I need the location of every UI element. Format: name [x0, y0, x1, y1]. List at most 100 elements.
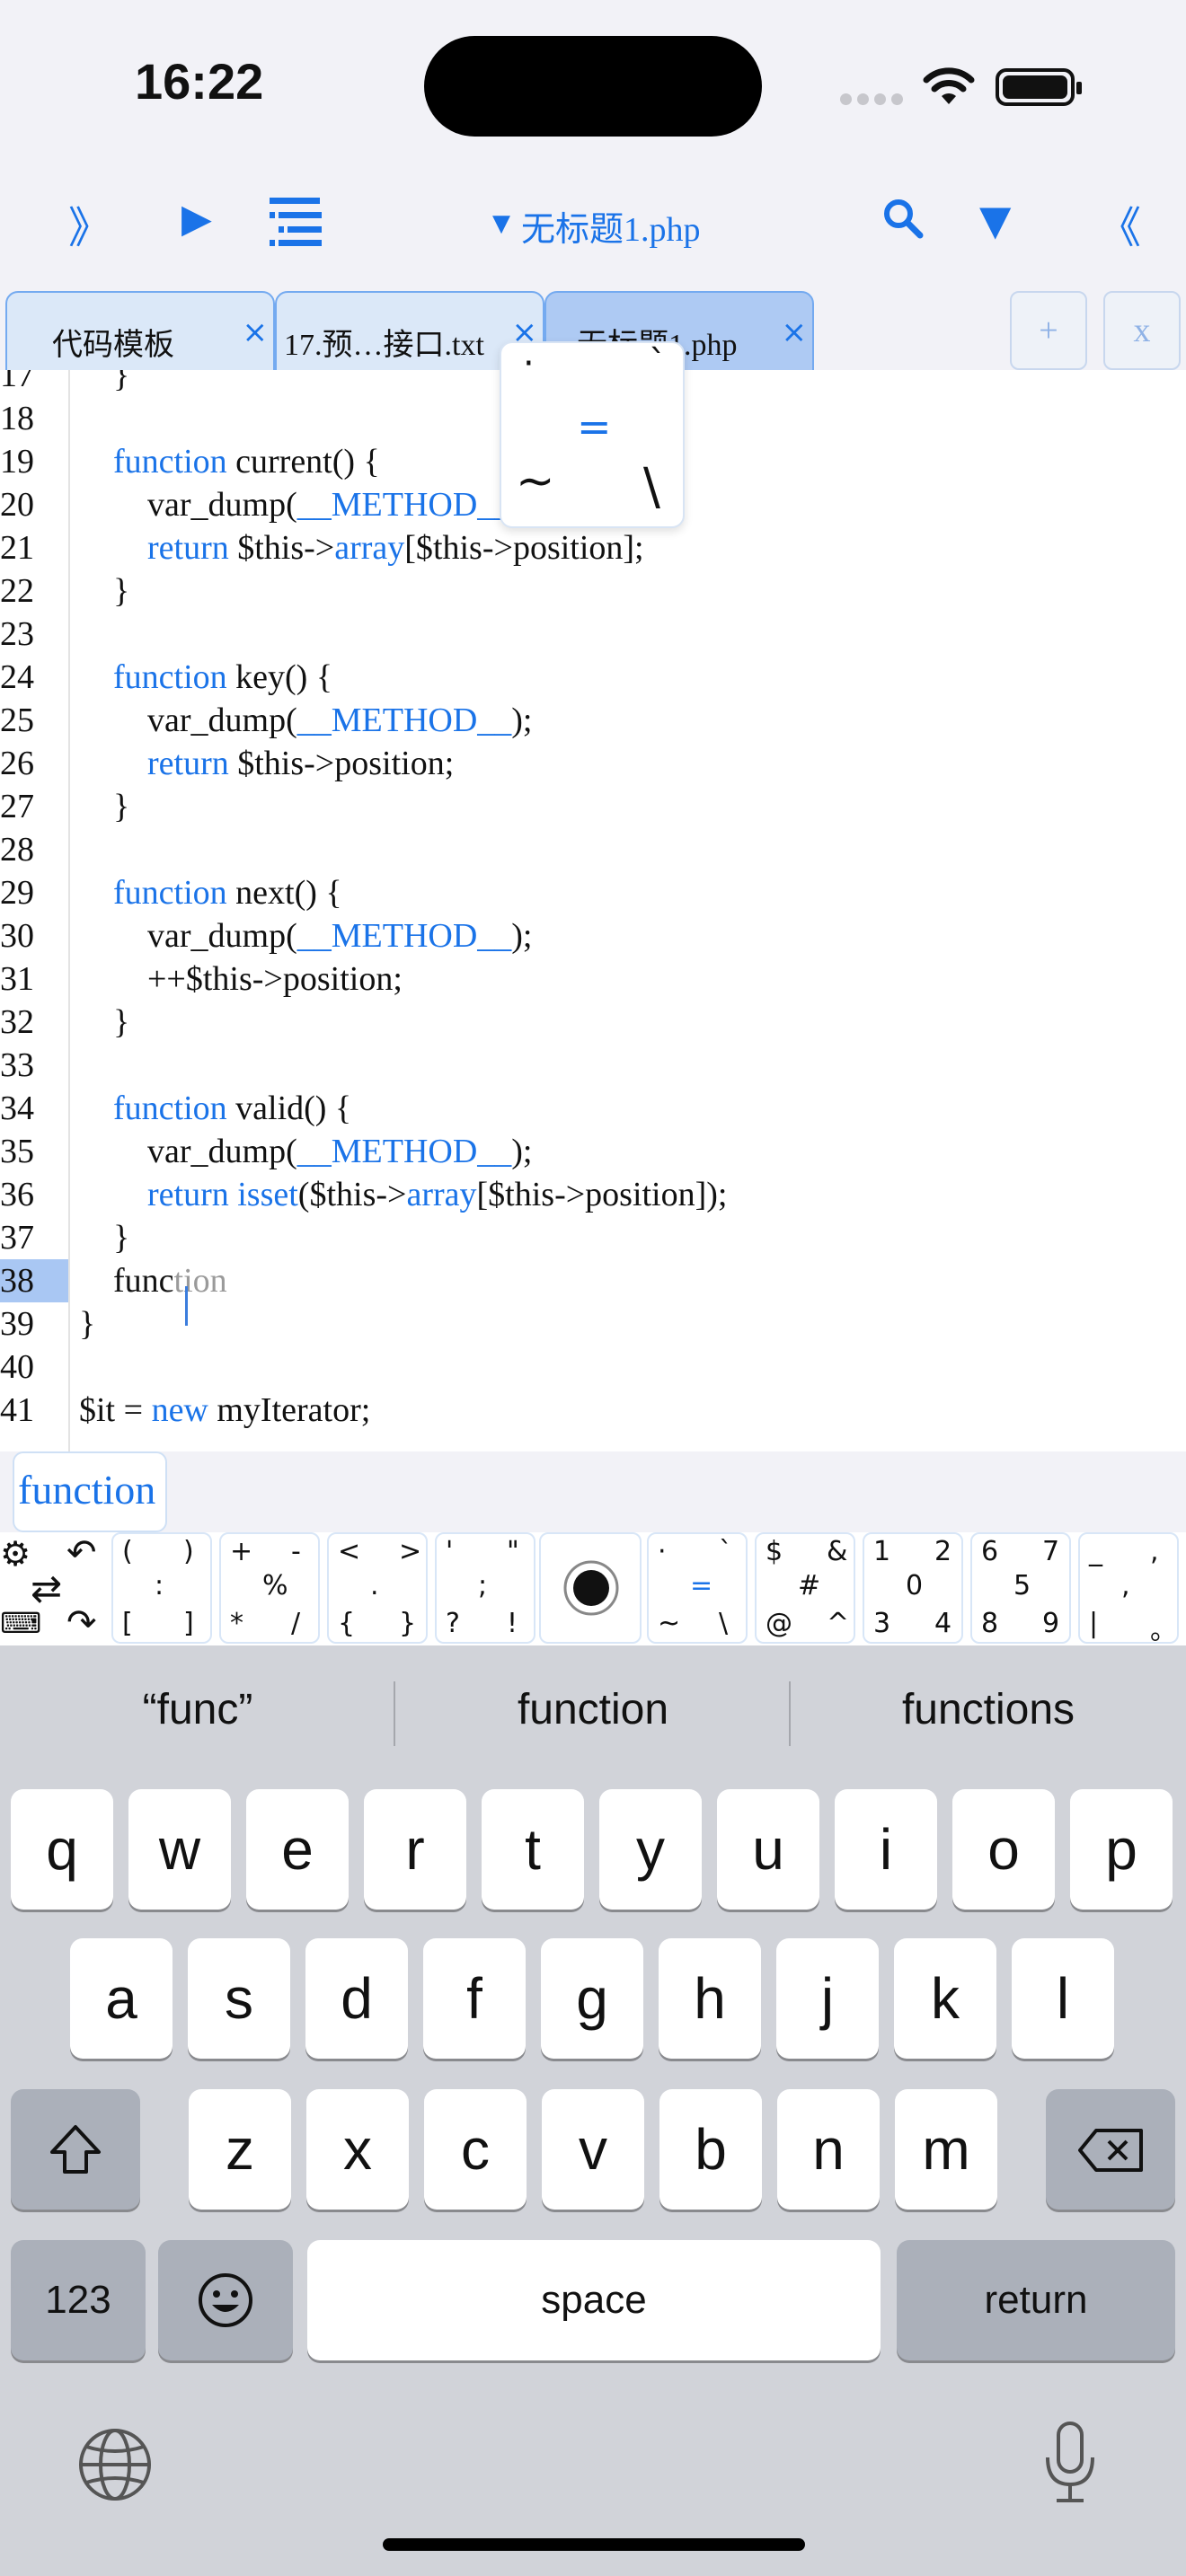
key-j[interactable]: j: [776, 1938, 879, 2059]
search-icon[interactable]: [882, 198, 924, 239]
key-s[interactable]: s: [188, 1938, 290, 2059]
code-line[interactable]: function key() {: [79, 656, 332, 699]
key-e[interactable]: e: [246, 1789, 349, 1910]
redo-icon[interactable]: ↷: [66, 1602, 97, 1644]
code-line[interactable]: }: [79, 1302, 95, 1345]
popup-key[interactable]: ·: [523, 343, 535, 384]
symbol-key-group[interactable]: _,, | 。: [1078, 1532, 1179, 1646]
code-line[interactable]: }: [79, 370, 129, 397]
popup-key[interactable]: ~: [516, 454, 555, 508]
undo-icon[interactable]: ↶: [66, 1532, 97, 1574]
numbers-key[interactable]: 123: [11, 2240, 146, 2360]
code-line[interactable]: return isset($this->array[$this->positio…: [79, 1173, 728, 1216]
delete-icon: [1078, 2129, 1143, 2172]
key-g[interactable]: g: [541, 1938, 643, 2059]
key-m[interactable]: m: [895, 2089, 997, 2210]
symbol-key-group[interactable]: 1 203 4: [863, 1532, 963, 1644]
line-number: 29: [0, 874, 34, 912]
code-line[interactable]: function valid() {: [79, 1087, 351, 1130]
line-number: 32: [0, 1003, 34, 1041]
microphone-icon[interactable]: [1040, 2420, 1100, 2506]
code-line[interactable]: var_dump(__METHOD__);: [79, 699, 533, 742]
shift-key[interactable]: [11, 2089, 140, 2210]
key-c[interactable]: c: [424, 2089, 527, 2210]
code-line[interactable]: }: [79, 1001, 129, 1044]
key-z[interactable]: z: [189, 2089, 291, 2210]
collapse-left-icon[interactable]: 《: [1098, 192, 1141, 255]
autocomplete-label: function: [18, 1467, 156, 1513]
code-line[interactable]: }: [79, 1216, 129, 1259]
switch-icon[interactable]: ⇄: [31, 1566, 62, 1610]
key-v[interactable]: v: [542, 2089, 644, 2210]
code-line[interactable]: ++$this->position;: [79, 957, 403, 1001]
key-k[interactable]: k: [894, 1938, 996, 2059]
expand-right-icon[interactable]: 》: [68, 192, 111, 255]
code-line[interactable]: var_dump(__METHOD__);: [79, 483, 533, 526]
key-d[interactable]: d: [305, 1938, 408, 2059]
joystick-icon: [563, 1560, 619, 1616]
code-line[interactable]: var_dump(__METHOD__);: [79, 1130, 533, 1173]
emoji-key[interactable]: [158, 2240, 293, 2360]
key-q[interactable]: q: [11, 1789, 113, 1910]
key-b[interactable]: b: [659, 2089, 762, 2210]
key-l[interactable]: l: [1012, 1938, 1114, 2059]
code-line[interactable]: var_dump(__METHOD__);: [79, 914, 533, 957]
keyboard-hide-icon[interactable]: ⌨: [0, 1606, 41, 1640]
close-icon[interactable]: ×: [782, 314, 808, 350]
delete-key[interactable]: [1046, 2089, 1175, 2210]
key-t[interactable]: t: [482, 1789, 584, 1910]
popup-key[interactable]: \: [643, 458, 660, 516]
key-u[interactable]: u: [717, 1789, 819, 1910]
key-i[interactable]: i: [835, 1789, 937, 1910]
close-tab-button[interactable]: x: [1103, 291, 1181, 370]
symbol-key-group[interactable]: 6 758 9: [970, 1532, 1071, 1644]
tab-code-templates[interactable]: 代码模板 ×: [5, 291, 275, 372]
symbol-key-group[interactable]: < >. {}: [327, 1532, 428, 1644]
code-line[interactable]: return $this->array[$this->position];: [79, 526, 644, 569]
symbol-key-group[interactable]: (): []: [111, 1532, 212, 1644]
suggestion-item[interactable]: functions: [791, 1685, 1186, 1734]
key-n[interactable]: n: [777, 2089, 880, 2210]
key-p[interactable]: p: [1070, 1789, 1173, 1910]
code-line[interactable]: function current() {: [79, 440, 380, 483]
return-key[interactable]: return: [897, 2240, 1175, 2360]
symbol-key-group[interactable]: $ & # @ ^: [755, 1532, 855, 1644]
key-y[interactable]: y: [599, 1789, 702, 1910]
code-line[interactable]: return $this->position;: [79, 742, 454, 785]
suggestion-item[interactable]: “func”: [0, 1685, 395, 1734]
run-icon[interactable]: ▶: [181, 196, 212, 242]
line-number: 31: [0, 960, 34, 998]
add-tab-button[interactable]: +: [1010, 291, 1087, 370]
cursor-joystick[interactable]: [539, 1532, 642, 1644]
popup-key[interactable]: `: [649, 343, 667, 384]
key-r[interactable]: r: [364, 1789, 466, 1910]
key-f[interactable]: f: [423, 1938, 526, 2059]
popup-key[interactable]: =: [577, 402, 612, 451]
suggestion-item[interactable]: function: [395, 1685, 791, 1734]
code-editor[interactable]: 17 } 18 19 function current() {20 var_dump…: [0, 370, 1186, 1451]
autocomplete-suggestion[interactable]: function: [13, 1451, 167, 1532]
code-line[interactable]: function next() {: [79, 871, 342, 914]
title-dropdown-icon[interactable]: ▼: [492, 210, 510, 237]
key-o[interactable]: o: [952, 1789, 1055, 1910]
outline-list-icon[interactable]: [268, 194, 323, 248]
key-x[interactable]: x: [306, 2089, 409, 2210]
space-key[interactable]: space: [307, 2240, 881, 2360]
line-number: 25: [0, 701, 34, 739]
gear-icon[interactable]: ⚙: [0, 1534, 31, 1574]
symbol-key-group[interactable]: + -% * /: [219, 1532, 320, 1644]
code-line[interactable]: $it = new myIterator;: [79, 1389, 370, 1432]
close-icon[interactable]: ×: [243, 314, 269, 350]
key-w[interactable]: w: [128, 1789, 231, 1910]
symbol-key-group[interactable]: ' ";?!: [435, 1532, 535, 1644]
symbol-key-popup[interactable]: · ` = ~ \: [500, 341, 685, 528]
dropdown-icon[interactable]: ▼: [979, 196, 1011, 244]
code-line[interactable]: }: [79, 785, 129, 828]
code-line[interactable]: function: [79, 1259, 227, 1302]
globe-icon[interactable]: [77, 2427, 153, 2502]
key-a[interactable]: a: [70, 1938, 173, 2059]
symbol-key-group[interactable]: · ` = ~ \: [647, 1532, 748, 1644]
key-h[interactable]: h: [659, 1938, 761, 2059]
code-line[interactable]: }: [79, 569, 129, 613]
file-title[interactable]: 无标题1.php: [521, 201, 701, 251]
